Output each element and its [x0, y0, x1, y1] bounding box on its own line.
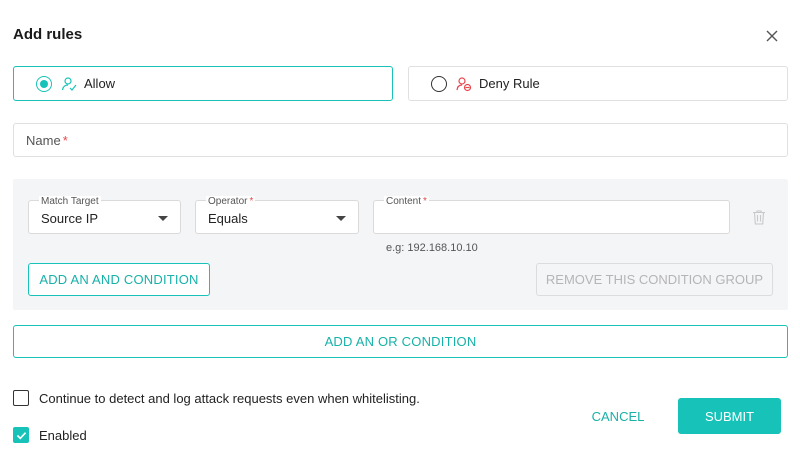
trash-icon[interactable] — [752, 209, 766, 225]
required-mark: * — [423, 196, 427, 207]
close-icon[interactable] — [762, 26, 782, 46]
operator-label: Operator * — [206, 196, 256, 207]
allow-label: Allow — [84, 76, 116, 91]
content-hint: e.g: 192.168.10.10 — [386, 242, 478, 254]
allow-radio[interactable] — [36, 75, 52, 92]
cancel-button[interactable]: CANCEL — [578, 398, 658, 434]
operator-value: Equals — [208, 211, 248, 226]
content-input[interactable]: Content * — [373, 196, 730, 234]
user-check-icon — [61, 76, 77, 91]
operator-label-text: Operator — [208, 196, 248, 207]
dialog-title: Add rules — [13, 26, 83, 43]
required-mark: * — [62, 132, 68, 148]
operator-select[interactable]: Operator * Equals — [195, 196, 359, 234]
chevron-down-icon — [336, 216, 346, 221]
required-mark: * — [249, 196, 254, 207]
content-label-text: Content — [386, 196, 422, 207]
content-label: Content * — [384, 196, 429, 207]
name-input[interactable]: Name * — [13, 123, 788, 157]
name-label: Name — [26, 132, 61, 148]
match-target-value: Source IP — [41, 211, 99, 226]
deny-radio[interactable] — [431, 75, 447, 92]
radio-selected-dot — [40, 79, 48, 88]
chevron-down-icon — [158, 216, 168, 221]
continue-detect-label: Continue to detect and log attack reques… — [39, 391, 420, 406]
continue-detect-checkbox[interactable] — [13, 390, 29, 406]
enabled-label: Enabled — [39, 428, 87, 443]
match-target-select[interactable]: Match Target Source IP — [28, 196, 181, 234]
checkmark-icon — [16, 431, 26, 440]
add-or-condition-button[interactable]: ADD AN OR CONDITION — [13, 325, 788, 358]
add-and-condition-button[interactable]: ADD AN AND CONDITION — [28, 263, 210, 296]
remove-condition-group-button[interactable]: REMOVE THIS CONDITION GROUP — [536, 263, 773, 296]
submit-button[interactable]: SUBMIT — [678, 398, 781, 434]
rule-type-deny-option[interactable]: Deny Rule — [408, 66, 788, 101]
deny-label: Deny Rule — [479, 76, 540, 91]
user-block-icon — [456, 76, 472, 91]
rule-type-allow-option[interactable]: Allow — [13, 66, 393, 101]
enabled-checkbox[interactable] — [13, 427, 29, 443]
match-target-label: Match Target — [39, 196, 101, 207]
condition-group: Match Target Source IP Operator * Equals … — [13, 179, 788, 310]
